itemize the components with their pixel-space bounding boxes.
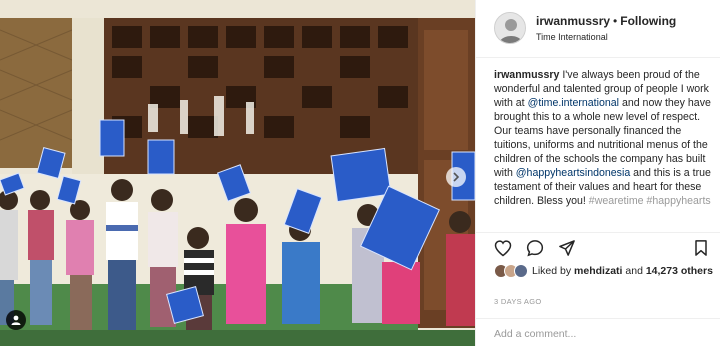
post-actions: [476, 232, 720, 262]
share-button[interactable]: [556, 237, 578, 259]
avatar[interactable]: [494, 12, 526, 44]
caption-username[interactable]: irwanmussry: [494, 69, 559, 81]
liker-avatar[interactable]: [514, 264, 528, 278]
likes-and: and: [622, 265, 646, 277]
post-photo: [0, 0, 475, 346]
post-caption: irwanmussry I've always been proud of th…: [494, 68, 713, 208]
header-user-line: irwanmussry • Following: [536, 14, 676, 28]
comment-button[interactable]: [524, 237, 546, 259]
post-media[interactable]: [0, 0, 475, 346]
caption-mention-link[interactable]: @happyheartsindonesia: [516, 167, 630, 179]
carousel-next-button[interactable]: [446, 167, 466, 187]
caption-mention-link[interactable]: @time.international: [528, 97, 619, 109]
likes-prefix: Liked by: [532, 265, 575, 277]
user-tag-icon: [11, 315, 21, 325]
post-location[interactable]: Time International: [536, 32, 608, 42]
comment-box: [476, 318, 720, 346]
user-tag-button[interactable]: [6, 310, 26, 330]
post-header: irwanmussry • Following Time International: [476, 0, 720, 58]
likes-summary: Liked by mehdizati and 14,273 others: [494, 264, 714, 292]
add-comment-input[interactable]: [494, 325, 709, 343]
like-button[interactable]: [492, 237, 514, 259]
caption-area: irwanmussry I've always been proud of th…: [476, 60, 720, 228]
save-button[interactable]: [690, 237, 712, 259]
liker-avatars: [494, 264, 528, 278]
liker-username[interactable]: mehdizati: [574, 265, 622, 277]
bookmark-icon: [695, 240, 707, 256]
post-username[interactable]: irwanmussry: [536, 14, 610, 28]
avatar-photo: [495, 13, 525, 43]
likes-count[interactable]: 14,273 others: [646, 265, 713, 277]
following-button[interactable]: Following: [620, 14, 676, 28]
share-icon: [559, 240, 575, 256]
comment-icon: [526, 240, 544, 257]
likes-text: Liked by mehdizati and 14,273 others: [532, 264, 714, 278]
caption-hashtags[interactable]: #wearetime #happyhearts: [586, 195, 711, 207]
separator-dot: •: [613, 14, 618, 28]
post-side-panel: irwanmussry • Following Time International…: [475, 0, 720, 346]
post-timestamp[interactable]: 3 DAYS AGO: [494, 297, 541, 306]
heart-icon: [494, 240, 512, 257]
chevron-right-icon: [453, 172, 460, 182]
